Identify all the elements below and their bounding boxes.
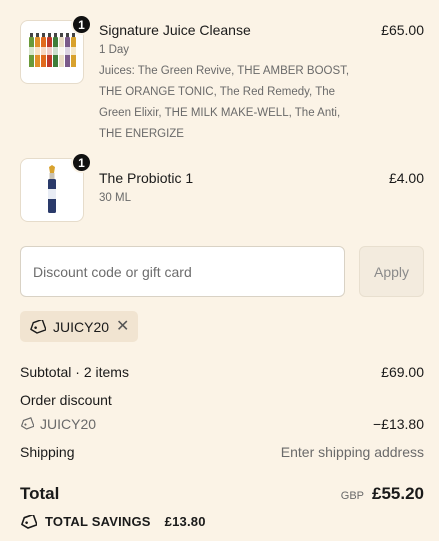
total-savings: TOTAL SAVINGS £13.80 (20, 514, 206, 529)
discount-row: Apply (20, 246, 424, 297)
savings-value: £13.80 (164, 514, 206, 529)
juice-bottle (58, 33, 64, 67)
item-price: £4.00 (388, 170, 424, 186)
juice-bottle (70, 33, 76, 67)
discount-code-label: JUICY20 (40, 416, 97, 432)
juice-bottle (52, 33, 58, 67)
line-item-juice-cleanse: 1 Signature Juice Cleanse 1 Day Juices: … (20, 14, 424, 145)
item-info: Signature Juice Cleanse 1 Day Juices: Th… (99, 20, 364, 145)
discount-value: −£13.80 (373, 416, 424, 432)
juice-bottles-image (28, 33, 76, 67)
juice-bottle (40, 33, 46, 67)
juice-bottle (64, 33, 70, 67)
subtotal-row: Subtotal · 2 items £69.00 (20, 364, 424, 380)
total-amount-group: GBP £55.20 (341, 484, 424, 504)
discount-code-input[interactable] (20, 246, 345, 297)
item-price: £65.00 (381, 22, 424, 38)
juice-bottle (46, 33, 52, 67)
tag-icon (30, 319, 46, 334)
tag-icon (21, 514, 37, 529)
item-variant: 30 ML (99, 192, 131, 204)
total-row: Total GBP £55.20 (20, 484, 424, 504)
discount-code-row: JUICY20 −£13.80 (20, 416, 424, 432)
applied-discount-code: JUICY20 (53, 318, 110, 335)
order-discount-row: Order discount (20, 392, 424, 408)
total-label: Total (20, 484, 60, 503)
shipping-row: Shipping Enter shipping address (20, 444, 424, 460)
item-detail-line: Juices: The Green Revive, THE AMBER BOOS… (99, 65, 350, 77)
item-title: Signature Juice Cleanse (99, 22, 251, 38)
juice-bottle (28, 33, 34, 67)
applied-discount-chip: JUICY20 ✕ (20, 311, 139, 342)
order-discount-label: Order discount (20, 392, 112, 408)
subtotal-label: Subtotal · 2 items (20, 364, 129, 380)
line-item-probiotic: 1 The Probiotic 1 30 ML £4.00 (20, 152, 424, 222)
item-variant: 1 Day (99, 44, 130, 56)
item-detail-line: THE ENERGIZE (99, 128, 184, 140)
juice-bottle (34, 33, 40, 67)
savings-label: TOTAL SAVINGS (45, 514, 151, 529)
product-thumbnail-wrapper: 1 (20, 14, 92, 84)
item-title: The Probiotic 1 (99, 170, 194, 186)
item-detail-line: THE ORANGE TONIC, The Red Remedy, The (99, 86, 336, 98)
currency-code: GBP (340, 490, 364, 502)
tag-icon (21, 417, 34, 430)
apply-discount-button[interactable]: Apply (359, 246, 424, 297)
quantity-badge: 1 (71, 14, 92, 35)
product-thumbnail-wrapper: 1 (20, 152, 92, 222)
probiotic-bottle-icon (48, 165, 56, 213)
shipping-label: Shipping (20, 444, 75, 460)
remove-discount-icon[interactable]: ✕ (116, 318, 129, 335)
quantity-badge: 1 (71, 152, 92, 173)
item-info: The Probiotic 1 30 ML (99, 158, 364, 222)
item-detail-line: Green Elixir, THE MILK MAKE-WELL, The An… (99, 107, 341, 119)
subtotal-value: £69.00 (381, 364, 424, 380)
total-value: £55.20 (372, 484, 424, 503)
shipping-value: Enter shipping address (280, 444, 424, 460)
discount-code-group: JUICY20 (20, 416, 96, 432)
